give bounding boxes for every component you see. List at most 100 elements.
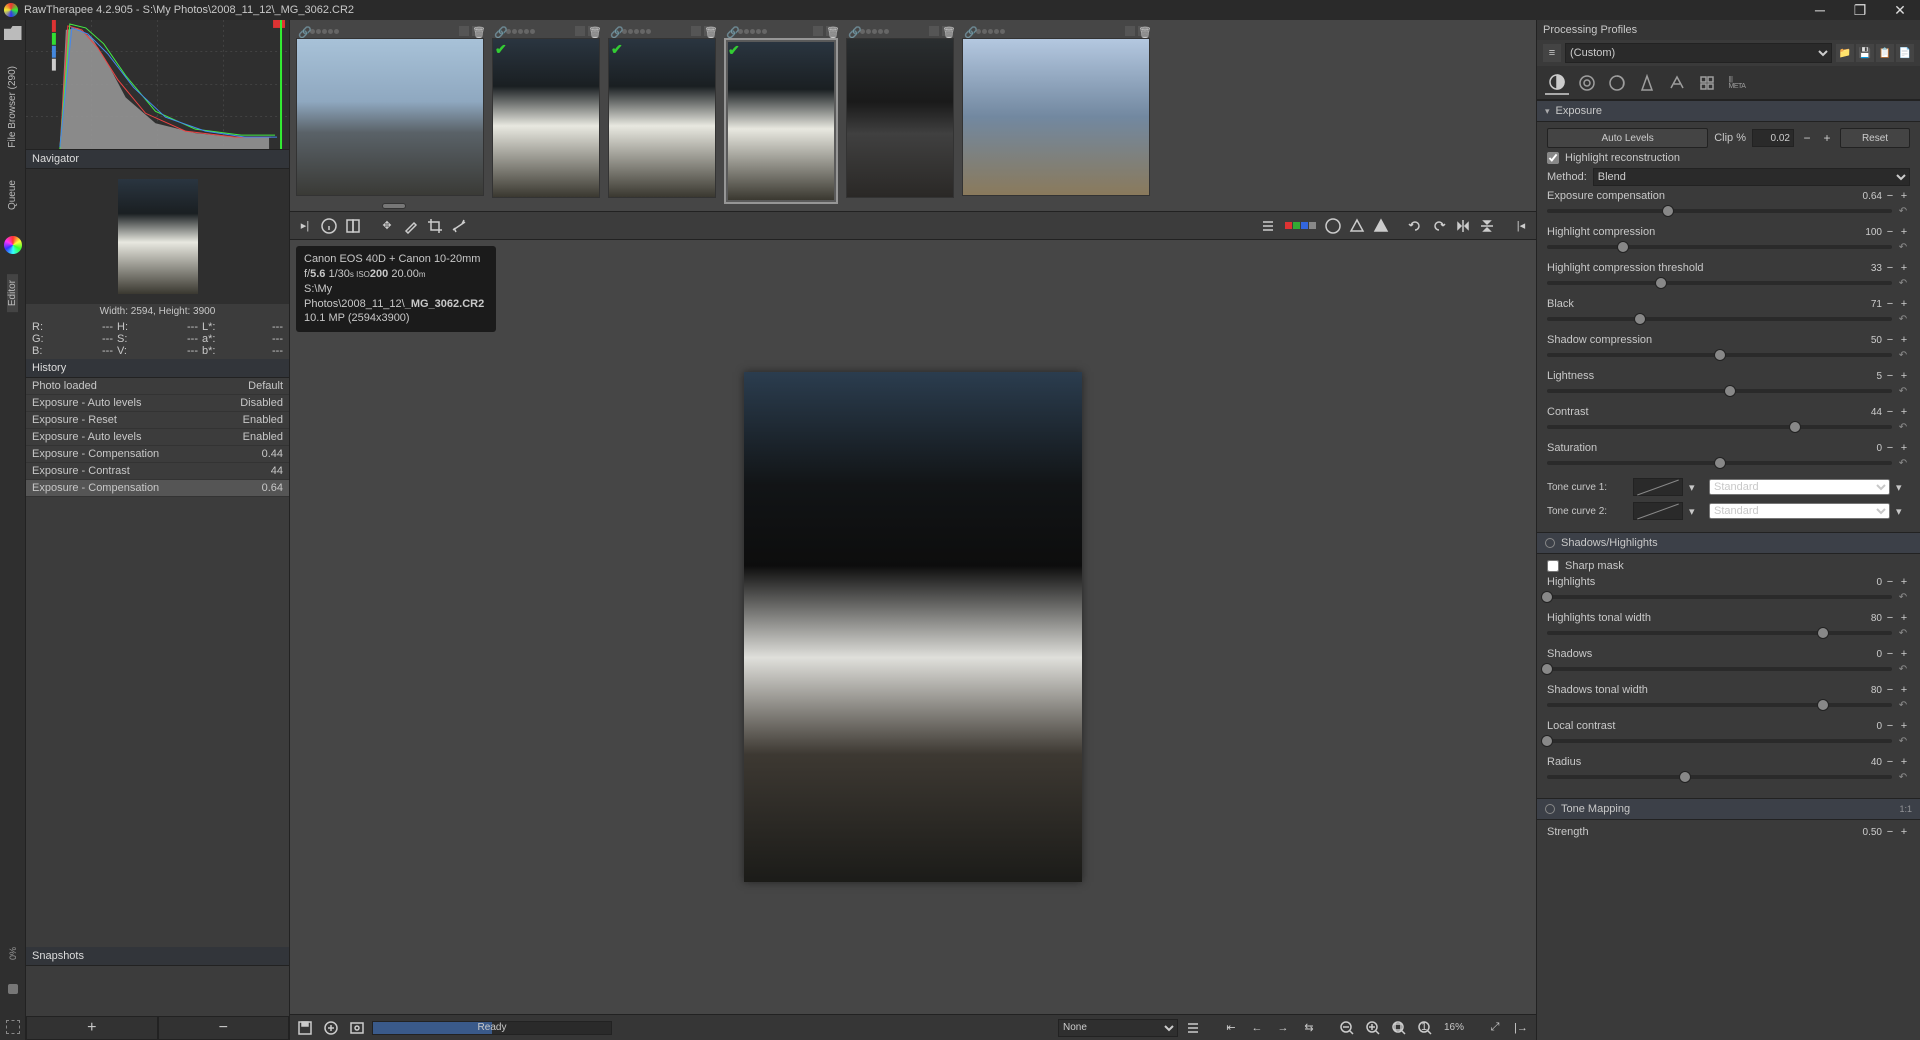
plus-button[interactable]: + [1898, 190, 1910, 202]
reset-slider-icon[interactable]: ↶ [1896, 664, 1910, 675]
clip-minus-button[interactable]: − [1800, 130, 1814, 146]
slider-highlights[interactable]: Highlights−+↶ [1547, 576, 1910, 604]
filmstrip-thumb[interactable]: ✔ [492, 38, 600, 198]
history-row[interactable]: Exposure - Auto levelsEnabled [26, 429, 289, 446]
crop-icon[interactable] [424, 215, 446, 237]
slider-value-input[interactable] [1840, 407, 1882, 418]
history-row[interactable]: Exposure - Auto levelsDisabled [26, 395, 289, 412]
trash-icon[interactable]: 🗑 [588, 26, 598, 36]
zoom-100-icon[interactable]: 1 [1414, 1017, 1436, 1039]
nav-sync-icon[interactable]: ⇆ [1298, 1017, 1320, 1039]
minimize-button[interactable]: ─ [1800, 0, 1840, 20]
image-editor-area[interactable]: Canon EOS 40D + Canon 10-20mm f/5.6 1/30… [290, 240, 1536, 1014]
filmstrip-thumb-selected[interactable]: ✔ [724, 38, 838, 204]
trash-icon[interactable]: 🗑 [1138, 26, 1148, 36]
nav-prev-icon[interactable]: ← [1246, 1017, 1268, 1039]
slider-local-contrast[interactable]: Local contrast−+↶ [1547, 720, 1910, 748]
plus-button[interactable]: + [1898, 756, 1910, 768]
trash-icon[interactable]: 🗑 [704, 26, 714, 36]
tab-detail-icon[interactable] [1575, 71, 1599, 95]
send-to-editor-icon[interactable] [346, 1017, 368, 1039]
before-after-icon[interactable] [342, 215, 364, 237]
slider-highlight-compression[interactable]: Highlight compression−+↶ [1547, 226, 1910, 254]
detail-window-icon[interactable]: ⤢ [1484, 1017, 1506, 1039]
proc-icon[interactable] [691, 26, 701, 36]
close-button[interactable]: ✕ [1880, 0, 1920, 20]
clip-plus-button[interactable]: + [1820, 130, 1834, 146]
panel-toggle-left-icon[interactable]: ▸| [294, 215, 316, 237]
save-icon[interactable] [294, 1017, 316, 1039]
reset-slider-icon[interactable]: ↶ [1896, 350, 1910, 361]
tools-scroll-area[interactable]: ▾ Exposure Auto Levels Clip % − + Reset … [1537, 100, 1920, 1040]
plus-button[interactable]: + [1898, 648, 1910, 660]
clip-input[interactable] [1752, 129, 1794, 147]
navigator-thumbnail[interactable] [118, 179, 198, 294]
profile-select[interactable]: (Custom) [1565, 43, 1832, 63]
tab-editor[interactable]: Editor [7, 274, 18, 312]
clip-shadow-icon[interactable] [1346, 215, 1368, 237]
slider-value-input[interactable] [1840, 263, 1882, 274]
hand-tool-icon[interactable]: ✥ [376, 215, 398, 237]
reset-slider-icon[interactable]: ↶ [1896, 314, 1910, 325]
reset-slider-icon[interactable]: ↶ [1896, 206, 1910, 217]
chevron-down-icon[interactable]: ▾ [1689, 481, 1703, 494]
zoom-fit-icon[interactable] [1388, 1017, 1410, 1039]
plus-button[interactable]: + [1898, 612, 1910, 624]
chevron-down-icon[interactable]: ▾ [1896, 481, 1910, 494]
layout-icon[interactable] [8, 984, 18, 994]
chain-icon[interactable]: 🔗 [494, 26, 504, 36]
proc-icon[interactable] [1125, 26, 1135, 36]
slider-value-input[interactable] [1840, 371, 1882, 382]
rotate-right-icon[interactable] [1428, 215, 1450, 237]
chain-icon[interactable]: 🔗 [964, 26, 974, 36]
chain-icon[interactable]: 🔗 [610, 26, 620, 36]
minus-button[interactable]: − [1884, 370, 1896, 382]
filmstrip-thumb[interactable] [962, 38, 1150, 196]
slider-value-input[interactable] [1840, 191, 1882, 202]
reset-slider-icon[interactable]: ↶ [1896, 700, 1910, 711]
menu-icon[interactable] [1257, 215, 1279, 237]
tab-file-browser[interactable]: File Browser (290) [7, 60, 18, 154]
history-row[interactable]: Photo loadedDefault [26, 378, 289, 395]
slider-radius[interactable]: Radius−+↶ [1547, 756, 1910, 784]
trash-icon[interactable]: 🗑 [472, 26, 482, 36]
proc-icon[interactable] [575, 26, 585, 36]
minus-button[interactable]: − [1884, 576, 1896, 588]
gamut-icon[interactable] [1182, 1017, 1204, 1039]
chain-icon[interactable]: 🔗 [726, 26, 736, 36]
minus-button[interactable]: − [1884, 298, 1896, 310]
plus-button[interactable]: + [1898, 684, 1910, 696]
history-row[interactable]: Exposure - Compensation0.64 [26, 480, 289, 497]
nav-next-icon[interactable]: → [1272, 1017, 1294, 1039]
histogram[interactable] [26, 20, 289, 150]
slider-value-input[interactable] [1840, 649, 1882, 660]
reset-slider-icon[interactable]: ↶ [1896, 592, 1910, 603]
slider-highlights-tonal-width[interactable]: Highlights tonal width−+↶ [1547, 612, 1910, 640]
reset-slider-icon[interactable]: ↶ [1896, 278, 1910, 289]
minus-button[interactable]: − [1884, 756, 1896, 768]
rotate-left-icon[interactable] [1404, 215, 1426, 237]
maximize-button[interactable]: ❐ [1840, 0, 1880, 20]
tab-raw-icon[interactable] [1695, 71, 1719, 95]
flip-v-icon[interactable] [1476, 215, 1498, 237]
slider-value-input[interactable] [1840, 299, 1882, 310]
slider-lightness[interactable]: Lightness−+↶ [1547, 370, 1910, 398]
profile-copy-icon[interactable]: 📋 [1876, 44, 1894, 62]
info-icon[interactable] [318, 215, 340, 237]
plus-button[interactable]: + [1898, 262, 1910, 274]
history-row[interactable]: Exposure - ResetEnabled [26, 412, 289, 429]
plus-button[interactable]: + [1898, 370, 1910, 382]
fullscreen-icon[interactable] [6, 1020, 20, 1034]
auto-levels-button[interactable]: Auto Levels [1547, 128, 1708, 148]
slider-value-input[interactable] [1840, 613, 1882, 624]
slider-value-input[interactable] [1840, 227, 1882, 238]
minus-button[interactable]: − [1884, 612, 1896, 624]
chevron-down-icon[interactable]: ▾ [1689, 505, 1703, 518]
tab-transform-icon[interactable] [1665, 71, 1689, 95]
minus-button[interactable]: − [1884, 648, 1896, 660]
chain-icon[interactable]: 🔗 [298, 26, 308, 36]
panel-toggle-right-icon[interactable]: |◂ [1510, 215, 1532, 237]
profile-save-icon[interactable]: 💾 [1856, 44, 1874, 62]
history-row[interactable]: Exposure - Compensation0.44 [26, 446, 289, 463]
filmstrip-thumb[interactable] [846, 38, 954, 198]
